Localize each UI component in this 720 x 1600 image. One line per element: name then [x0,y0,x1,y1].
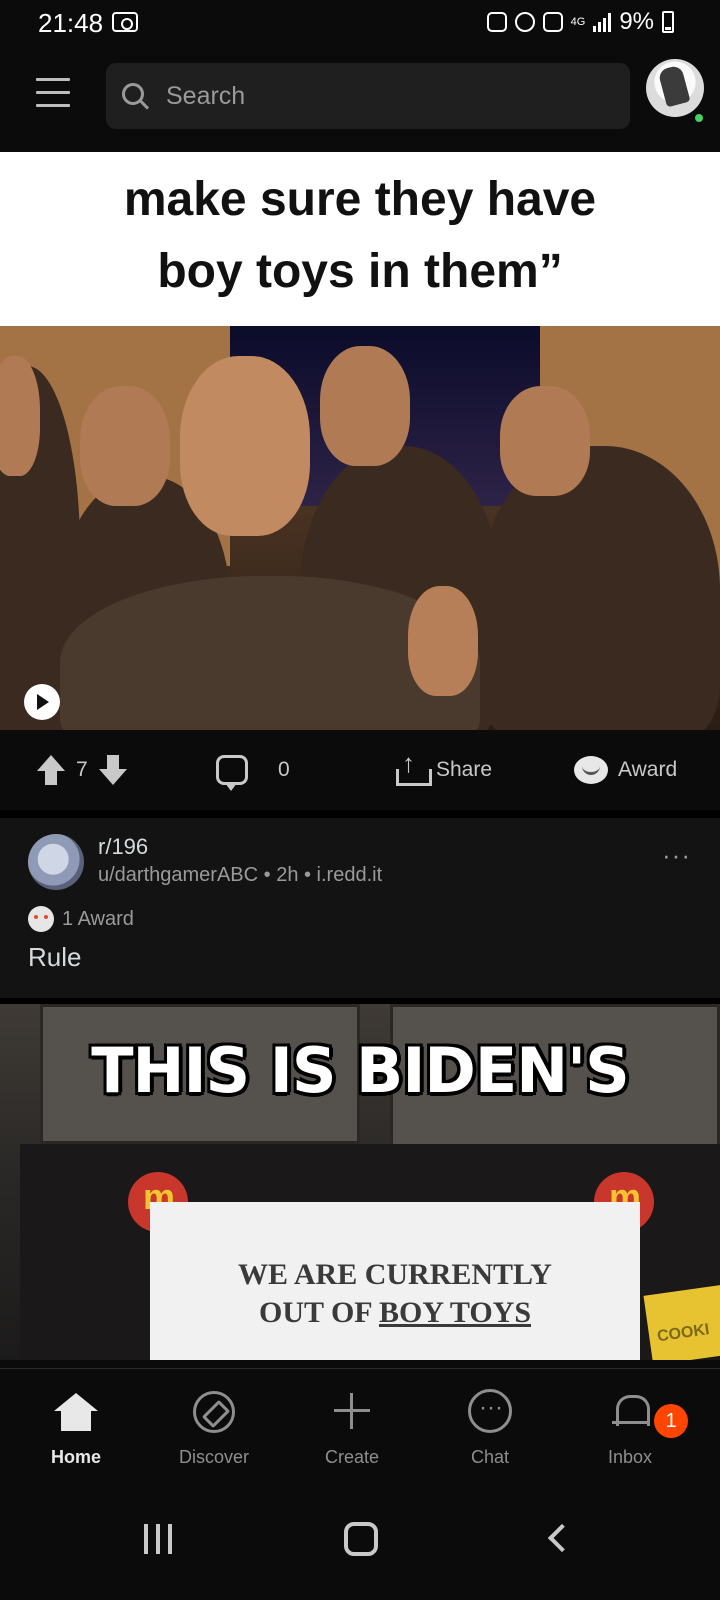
subreddit-name[interactable]: r/196 [98,834,148,860]
cookie-box [643,1284,720,1360]
nav-inbox-label: Inbox [607,1447,653,1467]
search-icon [122,83,144,105]
system-navigation-bar [0,1488,720,1600]
nav-chat-label: Chat [470,1447,510,1467]
recents-icon[interactable] [144,1524,174,1554]
award-label: Award [618,758,678,781]
award-snoo-icon [28,906,54,932]
sign-line-1: WE ARE CURRENTLY [238,1258,552,1291]
inbox-badge: 1 [654,1404,688,1438]
home-icon [54,1393,98,1433]
network-type: 4G [570,16,586,28]
back-icon[interactable] [547,1523,577,1553]
sign-line-2: OUT OF BOY TOYS [150,1294,640,1332]
face-far-left [0,356,40,476]
share-button[interactable]: Share [396,748,493,790]
post-meta[interactable]: u/darthgamerABC • 2h • i.redd.it [98,864,382,887]
awards-count: 1 Award [62,907,134,930]
meme-impact-text: THIS IS BIDEN'S [91,1034,629,1107]
chat-icon [468,1389,512,1433]
post-image-group-selfie[interactable] [0,326,720,730]
paper-sign: WE ARE CURRENTLY OUT OF BOY TOYS [150,1202,640,1360]
downvote-icon[interactable] [98,753,128,787]
video-play-icon[interactable] [24,684,60,720]
hand-gesture [408,586,478,696]
bottom-navigation: Home Discover Create Chat Inbox [0,1368,720,1488]
nav-create-label: Create [324,1447,380,1467]
share-icon [396,748,432,786]
face-front [180,356,310,536]
comment-icon [216,755,248,791]
sign-line-2-underlined: BOY TOYS [379,1296,532,1329]
awards-row[interactable]: 1 Award [28,906,134,932]
nav-create[interactable]: Create [292,1383,412,1475]
sign-text: WE ARE CURRENTLY OUT OF BOY TOYS [150,1256,640,1332]
user-avatar[interactable] [646,59,704,117]
meme-caption-line-1: make sure they have [123,173,597,226]
plus-icon [334,1393,370,1429]
comments-button[interactable]: 0 [216,750,290,791]
top-app-bar: Search [0,46,720,152]
status-time: 21:48 [38,8,104,38]
compass-icon [193,1391,235,1433]
share-label: Share [436,758,493,781]
search-placeholder: Search [166,82,246,110]
status-indicators: 4G 9% [486,8,674,36]
nav-discover[interactable]: Discover [154,1383,274,1475]
post-title[interactable]: Rule [28,942,81,973]
nav-home[interactable]: Home [16,1383,136,1475]
more-options-icon[interactable]: ··· [662,840,691,871]
battery-icon [662,11,674,33]
meme-caption: make sure they have boy toys in them” [0,152,720,326]
search-bar[interactable]: Search [106,63,630,129]
mute-icon [542,12,563,32]
post-action-bar: 7 0 Share Award [0,730,720,810]
face-right [500,386,590,496]
upvote-icon[interactable] [36,753,66,787]
award-button[interactable]: Award [574,750,677,790]
post-divider [0,810,720,818]
battery-percent: 9% [619,8,654,35]
comment-count: 0 [278,758,290,781]
vote-count: 7 [76,758,88,781]
bell-icon [612,1391,650,1431]
award-icon [574,756,608,784]
vote-group: 7 [36,750,128,790]
post-card[interactable]: r/196 u/darthgamerABC • 2h • i.redd.it ·… [0,818,720,998]
face-left [80,386,170,506]
meme-caption-line-2: boy toys in them” [157,245,563,298]
status-bar: 21:48 4G 9% [0,0,720,46]
signal-icon [593,12,612,32]
subreddit-avatar[interactable] [28,834,84,890]
avatar-figure [657,64,691,108]
camera-icon [112,12,138,32]
home-button-icon[interactable] [344,1522,378,1556]
post-action-bar-peek [0,1360,720,1368]
post-image-sign[interactable]: THIS IS BIDEN'S WE ARE CURRENTLY OUT OF … [0,1004,720,1360]
nav-home-label: Home [50,1447,101,1467]
face-back [320,346,410,466]
online-status-dot [693,112,705,124]
alarm-icon [514,12,535,32]
sign-line-2-prefix: OUT OF [258,1296,379,1329]
lock-icon [486,12,507,32]
menu-icon[interactable] [36,78,70,108]
nav-discover-label: Discover [178,1447,249,1467]
nav-chat[interactable]: Chat [430,1383,550,1475]
